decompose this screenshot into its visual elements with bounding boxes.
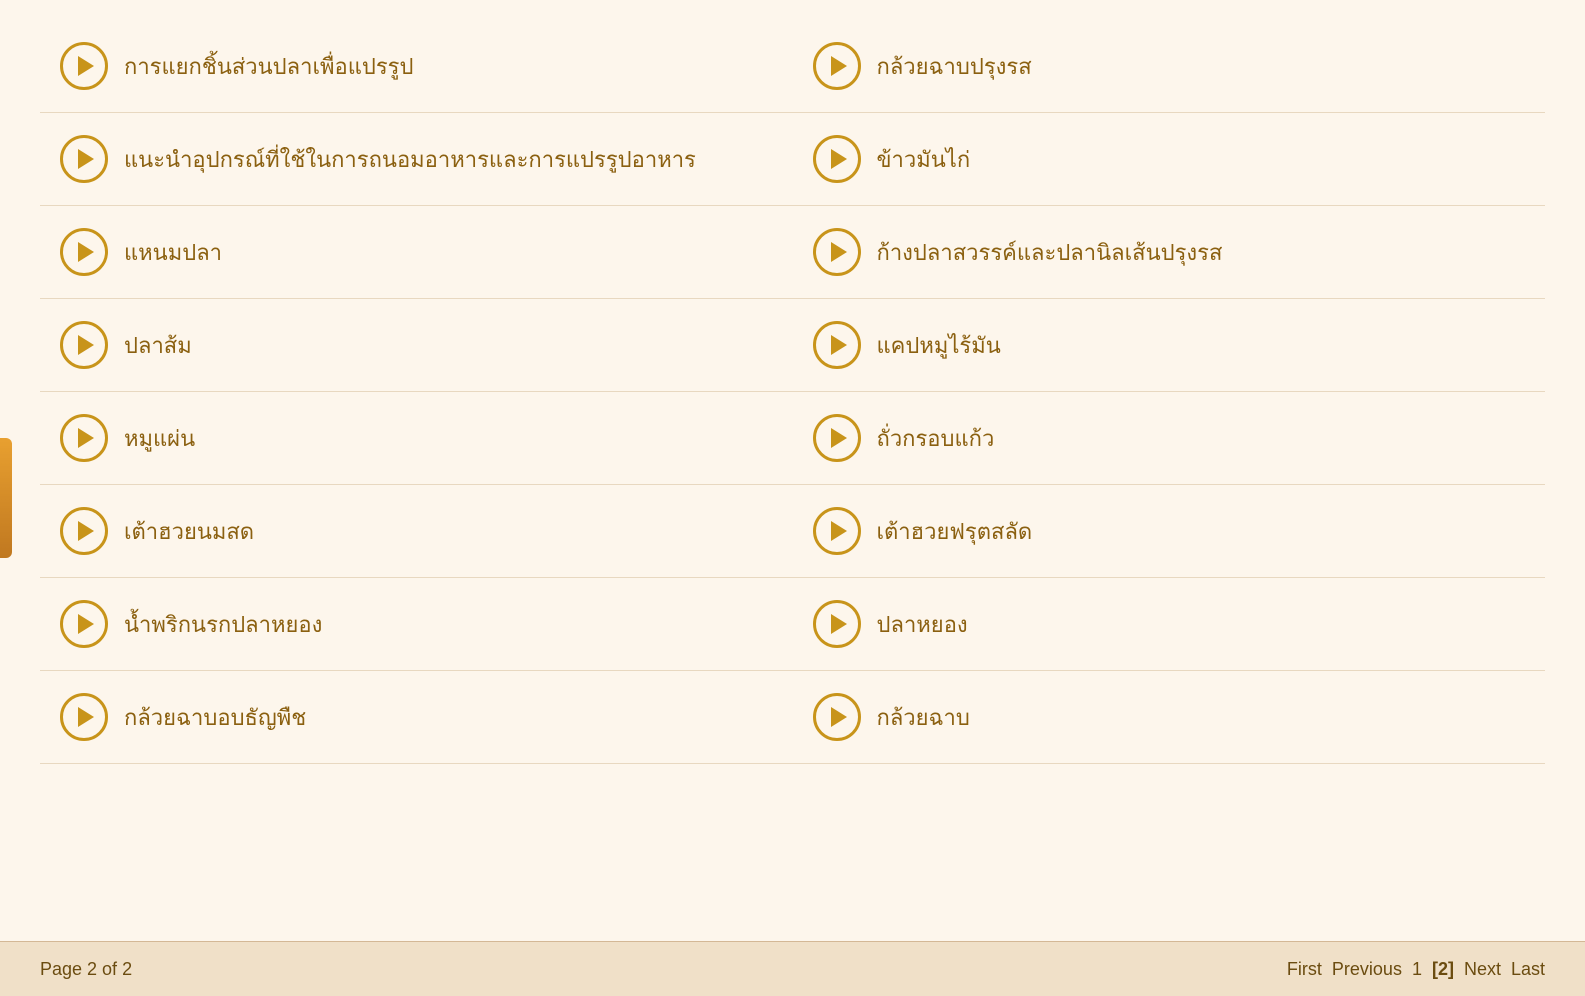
list-item[interactable]: ข้าวมันไก่	[793, 113, 1546, 206]
list-item[interactable]: แนะนำอุปกรณ์ที่ใช้ในการถนอมอาหารและการแป…	[40, 113, 793, 206]
play-triangle	[78, 521, 94, 541]
next-page-link[interactable]: Next	[1464, 959, 1501, 980]
play-triangle	[78, 335, 94, 355]
item-label: แหนมปลา	[124, 235, 222, 270]
list-item[interactable]: แคปหมูไร้มัน	[793, 299, 1546, 392]
play-icon	[60, 228, 108, 276]
play-icon	[60, 321, 108, 369]
play-triangle	[831, 56, 847, 76]
list-item[interactable]: เต้าฮวยนมสด	[40, 485, 793, 578]
item-label: กล้วยฉาบปรุงรส	[877, 49, 1032, 84]
footer: Page 2 of 2 First Previous 1 [2] Next La…	[0, 941, 1585, 996]
list-item[interactable]: กล้วยฉาบ	[793, 671, 1546, 764]
item-label: แนะนำอุปกรณ์ที่ใช้ในการถนอมอาหารและการแป…	[124, 142, 696, 177]
item-label: การแยกชิ้นส่วนปลาเพื่อแปรรูป	[124, 49, 413, 84]
play-icon	[60, 693, 108, 741]
main-content: การแยกชิ้นส่วนปลาเพื่อแปรรูป กล้วยฉาบปรุ…	[0, 0, 1585, 941]
first-page-link[interactable]: First	[1287, 959, 1322, 980]
play-triangle	[78, 428, 94, 448]
item-label: ข้าวมันไก่	[877, 142, 971, 177]
play-icon	[813, 42, 861, 90]
list-item[interactable]: ปลาส้ม	[40, 299, 793, 392]
play-triangle	[831, 428, 847, 448]
page-1-link[interactable]: 1	[1412, 959, 1422, 980]
play-triangle	[831, 521, 847, 541]
pagination: First Previous 1 [2] Next Last	[1287, 959, 1545, 980]
left-accent	[0, 438, 12, 558]
item-label: แคปหมูไร้มัน	[877, 328, 1001, 363]
play-triangle	[78, 56, 94, 76]
play-icon	[60, 600, 108, 648]
list-item[interactable]: ก้างปลาสวรรค์และปลานิลเส้นปรุงรส	[793, 206, 1546, 299]
item-label: ปลาส้ม	[124, 328, 192, 363]
item-label: กล้วยฉาบ	[877, 700, 970, 735]
play-icon	[60, 507, 108, 555]
play-triangle	[78, 149, 94, 169]
play-icon	[60, 135, 108, 183]
item-label: ก้างปลาสวรรค์และปลานิลเส้นปรุงรส	[877, 235, 1223, 270]
items-grid: การแยกชิ้นส่วนปลาเพื่อแปรรูป กล้วยฉาบปรุ…	[40, 20, 1545, 764]
previous-page-link[interactable]: Previous	[1332, 959, 1402, 980]
page-info: Page 2 of 2	[40, 959, 132, 980]
list-item[interactable]: เต้าฮวยฟรุตสลัด	[793, 485, 1546, 578]
play-icon	[813, 507, 861, 555]
play-triangle	[831, 242, 847, 262]
play-icon	[813, 321, 861, 369]
list-item[interactable]: กล้วยฉาบอบธัญพืช	[40, 671, 793, 764]
item-label: เต้าฮวยฟรุตสลัด	[877, 514, 1033, 549]
play-triangle	[78, 614, 94, 634]
play-triangle	[831, 335, 847, 355]
play-icon	[813, 414, 861, 462]
list-item[interactable]: น้ำพริกนรกปลาหยอง	[40, 578, 793, 671]
play-triangle	[78, 707, 94, 727]
item-label: หมูแผ่น	[124, 421, 195, 456]
list-item[interactable]: กล้วยฉาบปรุงรส	[793, 20, 1546, 113]
play-icon	[813, 693, 861, 741]
page-2-current: [2]	[1432, 959, 1454, 980]
item-label: ปลาหยอง	[877, 607, 968, 642]
item-label: กล้วยฉาบอบธัญพืช	[124, 700, 306, 735]
list-item[interactable]: แหนมปลา	[40, 206, 793, 299]
play-icon	[60, 414, 108, 462]
play-icon	[813, 600, 861, 648]
play-triangle	[831, 614, 847, 634]
play-triangle	[831, 149, 847, 169]
play-triangle	[831, 707, 847, 727]
play-icon	[813, 228, 861, 276]
list-item[interactable]: ปลาหยอง	[793, 578, 1546, 671]
play-icon	[813, 135, 861, 183]
list-item[interactable]: การแยกชิ้นส่วนปลาเพื่อแปรรูป	[40, 20, 793, 113]
last-page-link[interactable]: Last	[1511, 959, 1545, 980]
item-label: น้ำพริกนรกปลาหยอง	[124, 607, 322, 642]
play-triangle	[78, 242, 94, 262]
item-label: ถั่วกรอบแก้ว	[877, 421, 995, 456]
item-label: เต้าฮวยนมสด	[124, 514, 254, 549]
list-item[interactable]: ถั่วกรอบแก้ว	[793, 392, 1546, 485]
play-icon	[60, 42, 108, 90]
list-item[interactable]: หมูแผ่น	[40, 392, 793, 485]
